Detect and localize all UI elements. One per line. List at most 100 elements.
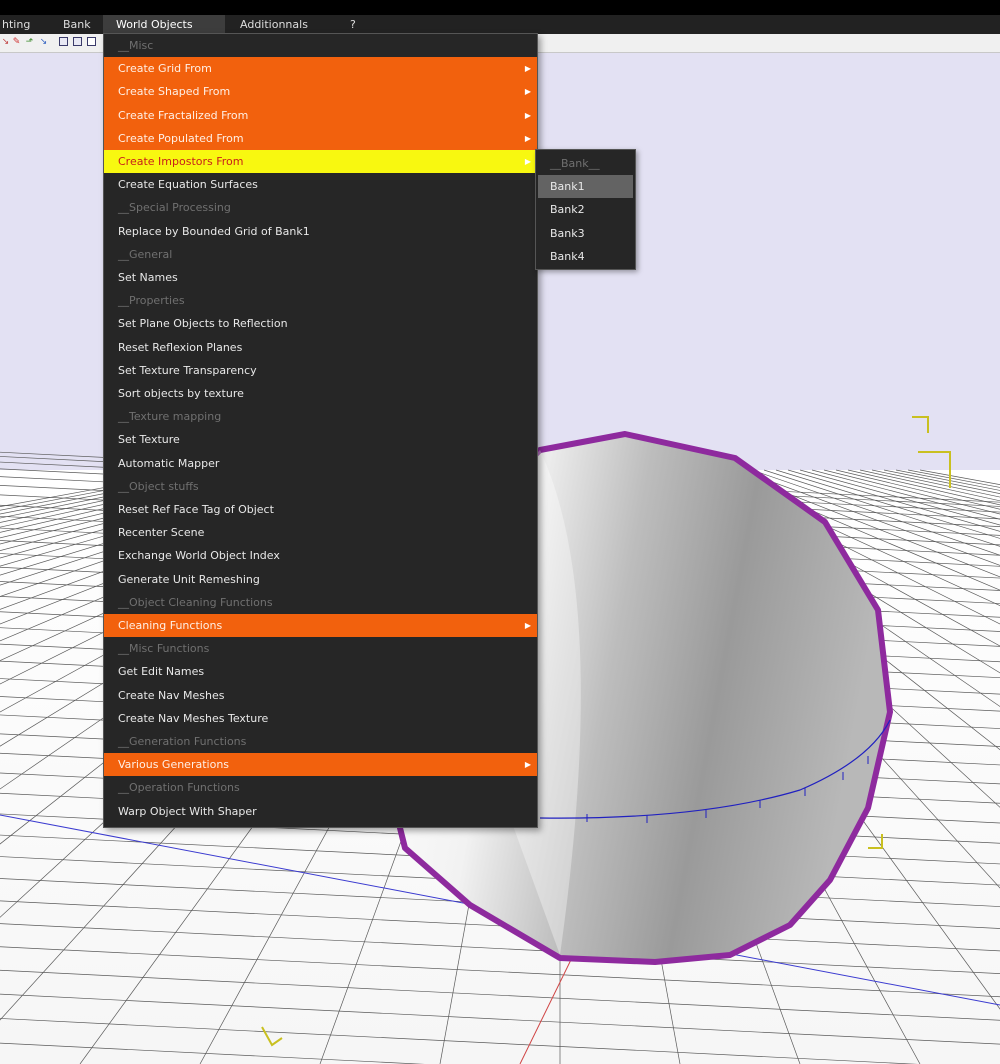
menu-item-various-generations[interactable]: Various Generations ▶ [104,753,537,777]
menu-item-reset-ref-face-tag-of-object[interactable]: Reset Ref Face Tag of Object [104,498,537,521]
menu-item-label: Get Edit Names [118,665,205,679]
menu-item-label: Warp Object With Shaper [118,804,257,818]
menu-item-set-names[interactable]: Set Names [104,266,537,289]
submenu-item-label: Bank1 [550,180,585,194]
menu-separator-generation-functions: __Generation Functions [104,730,537,753]
menu-item-label: __Object Cleaning Functions [118,595,273,609]
menu-separator-texture-mapping: __Texture mapping [104,405,537,428]
submenu-item-bank4[interactable]: Bank4 [536,245,635,268]
submenu-item-bank2[interactable]: Bank2 [536,198,635,221]
menu-separator-object-cleaning-functions: __Object Cleaning Functions [104,591,537,614]
menu-item-label: Replace by Bounded Grid of Bank1 [118,224,310,238]
menu-lighting[interactable]: hting [2,15,30,34]
submenu-arrow-icon: ▶ [524,133,531,143]
submenu-item-label: Bank2 [550,203,585,217]
menu-separator-misc: __Misc [104,34,537,57]
menu-item-set-texture-transparency[interactable]: Set Texture Transparency [104,359,537,382]
menu-item-generate-unit-remeshing[interactable]: Generate Unit Remeshing [104,568,537,591]
menu-item-create-nav-meshes-texture[interactable]: Create Nav Meshes Texture [104,707,537,730]
menu-item-cleaning-functions[interactable]: Cleaning Functions ▶ [104,614,537,638]
menu-item-label: Exchange World Object Index [118,549,280,563]
menu-item-label: Various Generations [118,758,230,772]
menu-item-create-equation-surfaces[interactable]: Create Equation Surfaces [104,173,537,196]
submenu-item-label: Bank3 [550,226,585,240]
menu-separator-properties: __Properties [104,289,537,312]
menu-item-create-nav-meshes[interactable]: Create Nav Meshes [104,684,537,707]
menu-item-warp-object-with-shaper[interactable]: Warp Object With Shaper [104,800,537,823]
menu-item-set-plane-objects-to-reflection[interactable]: Set Plane Objects to Reflection [104,312,537,335]
menu-item-label: Create Equation Surfaces [118,178,258,192]
menu-separator-misc-functions: __Misc Functions [104,637,537,660]
menu-item-label: Set Texture Transparency [118,363,257,377]
menu-item-label: Cleaning Functions [118,619,223,632]
menu-item-create-populated-from[interactable]: Create Populated From ▶ [104,126,537,150]
menu-item-label: Generate Unit Remeshing [118,572,260,586]
wire-cube-icon[interactable] [87,37,96,46]
menu-separator-object-stuffs: __Object stuffs [104,475,537,498]
menu-item-replace-by-bounded-grid-of-bank1[interactable]: Replace by Bounded Grid of Bank1 [104,220,537,243]
menu-item-label: Set Plane Objects to Reflection [118,317,288,331]
menu-world-objects[interactable]: World Objects [103,15,225,34]
menu-item-set-texture[interactable]: Set Texture [104,428,537,451]
menu-help[interactable]: ? [350,15,356,34]
menu-item-label: Sort objects by texture [118,387,244,400]
submenu-item-bank1[interactable]: Bank1 [538,175,633,199]
menu-item-exchange-world-object-index[interactable]: Exchange World Object Index [104,544,537,567]
select-tool-icon[interactable]: ⬏ [24,36,35,48]
menu-item-create-grid-from[interactable]: Create Grid From ▶ [104,57,537,81]
submenu-item-label: __Bank__ [550,157,600,170]
scale-tool-icon[interactable]: ↘ [38,36,49,48]
menu-item-label: Set Names [118,271,178,284]
submenu-arrow-icon: ▶ [524,87,531,97]
menu-item-create-impostors-from[interactable]: Create Impostors From ▶ [104,150,537,174]
submenu-arrow-icon: ▶ [524,157,531,166]
menu-item-label: Reset Reflexion Planes [118,340,243,354]
submenu-arrow-icon: ▶ [524,760,531,770]
menu-item-label: __Operation Functions [118,781,240,795]
world-objects-dropdown: __Misc Create Grid From ▶ Create Shaped Fro… [103,33,538,828]
menu-item-sort-objects-by-texture[interactable]: Sort objects by texture [104,382,537,405]
copy-view-icon[interactable] [59,37,68,46]
menu-item-label: __Misc [118,39,154,52]
impostors-bank-submenu: __Bank__ Bank1 Bank2 Bank3 Bank4 [535,149,636,270]
menu-item-label: __Misc Functions [118,642,210,656]
menu-item-label: Create Impostors From [118,155,244,168]
menu-item-label: __General [118,247,173,261]
menu-item-label: Create Fractalized From [118,108,249,122]
cube-view-icon[interactable] [73,37,82,46]
menu-item-label: __Object stuffs [118,479,199,493]
submenu-arrow-icon: ▶ [524,110,531,120]
menu-item-label: Reset Ref Face Tag of Object [118,503,274,516]
submenu-item-bank3[interactable]: Bank3 [536,222,635,245]
menu-item-label: Create Shaped From [118,85,231,99]
submenu-item-label: Bank4 [550,249,585,263]
menu-item-label: __Texture mapping [118,410,222,424]
menu-bank[interactable]: Bank [63,15,91,34]
title-strip [0,0,1000,15]
menu-item-label: Set Texture [118,433,180,447]
menu-item-label: Create Grid From [118,62,212,76]
menu-item-label: Create Nav Meshes [118,688,225,702]
submenu-arrow-icon: ▶ [524,621,531,630]
menu-separator-operation-functions: __Operation Functions [104,776,537,799]
menu-separator-general: __General [104,243,537,266]
menu-item-label: __Generation Functions [118,735,247,748]
menu-item-label: Automatic Mapper [118,456,220,470]
menu-item-get-edit-names[interactable]: Get Edit Names [104,660,537,683]
menu-item-create-fractalized-from[interactable]: Create Fractalized From ▶ [104,103,537,127]
menu-separator-special-processing: __Special Processing [104,196,537,219]
submenu-separator-bank: __Bank__ [536,152,635,175]
menu-item-create-shaped-from[interactable]: Create Shaped From ▶ [104,80,537,104]
menu-item-recenter-scene[interactable]: Recenter Scene [104,521,537,544]
menu-bar: hting Bank World Objects Additionnals ? [0,15,1000,34]
menu-item-label: Create Populated From [118,131,244,145]
menu-world-objects-label: World Objects [116,18,193,31]
menu-item-reset-reflexion-planes[interactable]: Reset Reflexion Planes [104,336,537,359]
menu-item-automatic-mapper[interactable]: Automatic Mapper [104,452,537,475]
menu-item-label: Create Nav Meshes Texture [118,711,269,725]
submenu-arrow-icon: ▶ [524,64,531,74]
menu-additionnals[interactable]: Additionnals [240,15,308,34]
paint-tool-icon[interactable]: ✎ [11,36,22,48]
move-tool-icon[interactable]: ↘ [0,36,11,48]
menu-item-label: Recenter Scene [118,526,205,540]
